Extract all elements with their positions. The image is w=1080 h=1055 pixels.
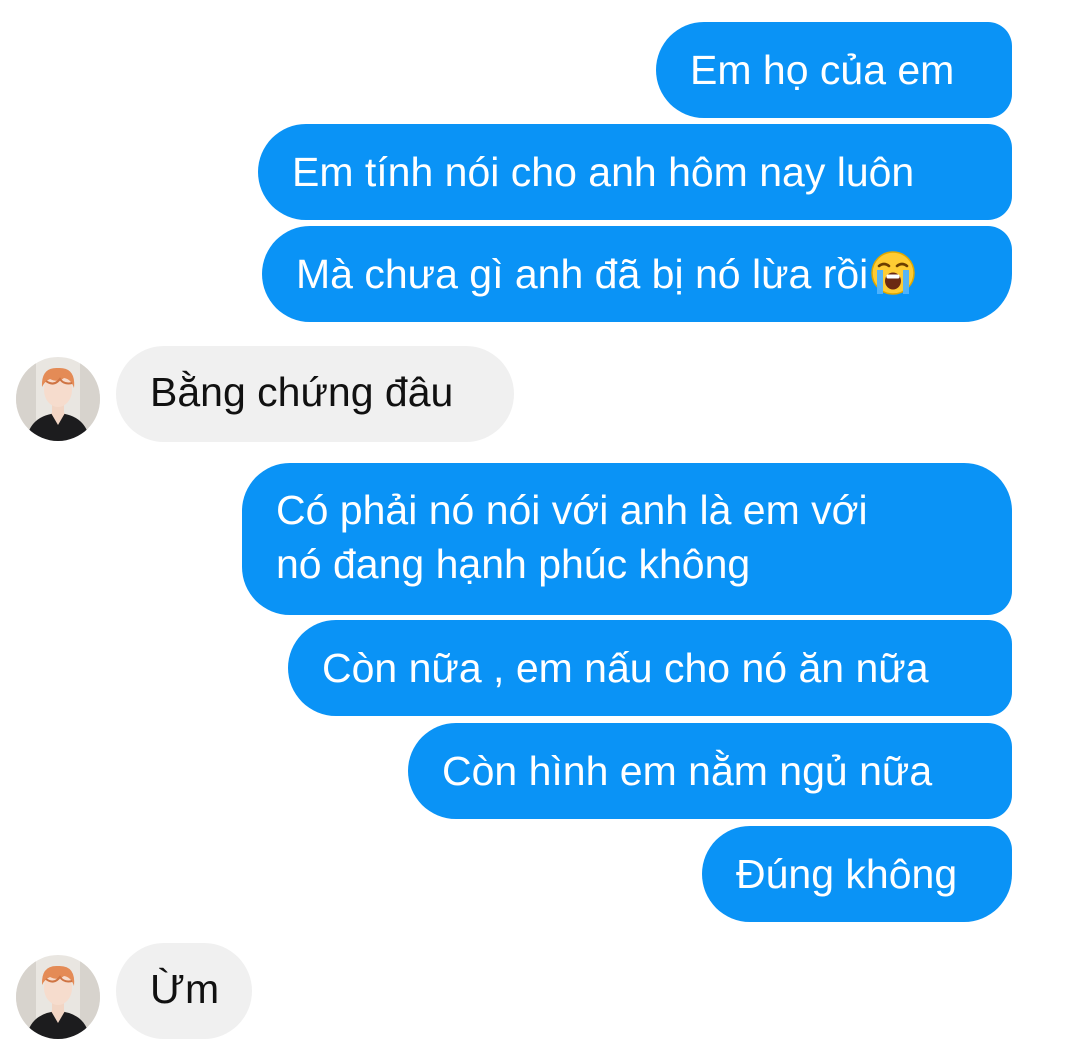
message-text: Em tính nói cho anh hôm nay luôn <box>292 149 915 195</box>
message-text: Mà chưa gì anh đã bị nó lừa rồi <box>296 251 869 297</box>
incoming-message[interactable]: Bằng chứng đâu <box>116 346 514 442</box>
outgoing-message[interactable]: Em tính nói cho anh hôm nay luôn <box>258 124 1012 220</box>
message-text: Đúng không <box>736 851 958 897</box>
outgoing-message[interactable]: Còn nữa , em nấu cho nó ăn nữa <box>288 620 1012 716</box>
message-text-line-2: nó đang hạnh phúc không <box>276 541 751 587</box>
message-text: Bằng chứng đâu <box>150 369 454 415</box>
contact-avatar-photo-icon <box>16 357 100 441</box>
contact-avatar[interactable] <box>16 357 100 441</box>
message-thread: Em họ của em Em tính nói cho anh hôm nay… <box>0 0 1080 1055</box>
message-text: Còn nữa , em nấu cho nó ăn nữa <box>322 645 929 691</box>
message-text-line-1: Có phải nó nói với anh là em với <box>276 487 868 533</box>
message-text: Ừm <box>150 966 220 1012</box>
outgoing-message[interactable]: Em họ của em <box>656 22 1012 118</box>
incoming-message[interactable]: Ừm <box>116 943 252 1039</box>
message-text: Em họ của em <box>690 47 955 93</box>
outgoing-message[interactable]: Có phải nó nói với anh là em với nó đang… <box>242 463 1012 615</box>
outgoing-message[interactable]: Đúng không <box>702 826 1012 922</box>
outgoing-message[interactable]: Mà chưa gì anh đã bị nó lừa rồi <box>262 226 1012 322</box>
loudly-crying-face-emoji-icon <box>870 250 916 309</box>
contact-avatar[interactable] <box>16 955 100 1039</box>
outgoing-message[interactable]: Còn hình em nằm ngủ nữa <box>408 723 1012 819</box>
message-text: Còn hình em nằm ngủ nữa <box>442 748 933 794</box>
contact-avatar-photo-icon <box>16 955 100 1039</box>
